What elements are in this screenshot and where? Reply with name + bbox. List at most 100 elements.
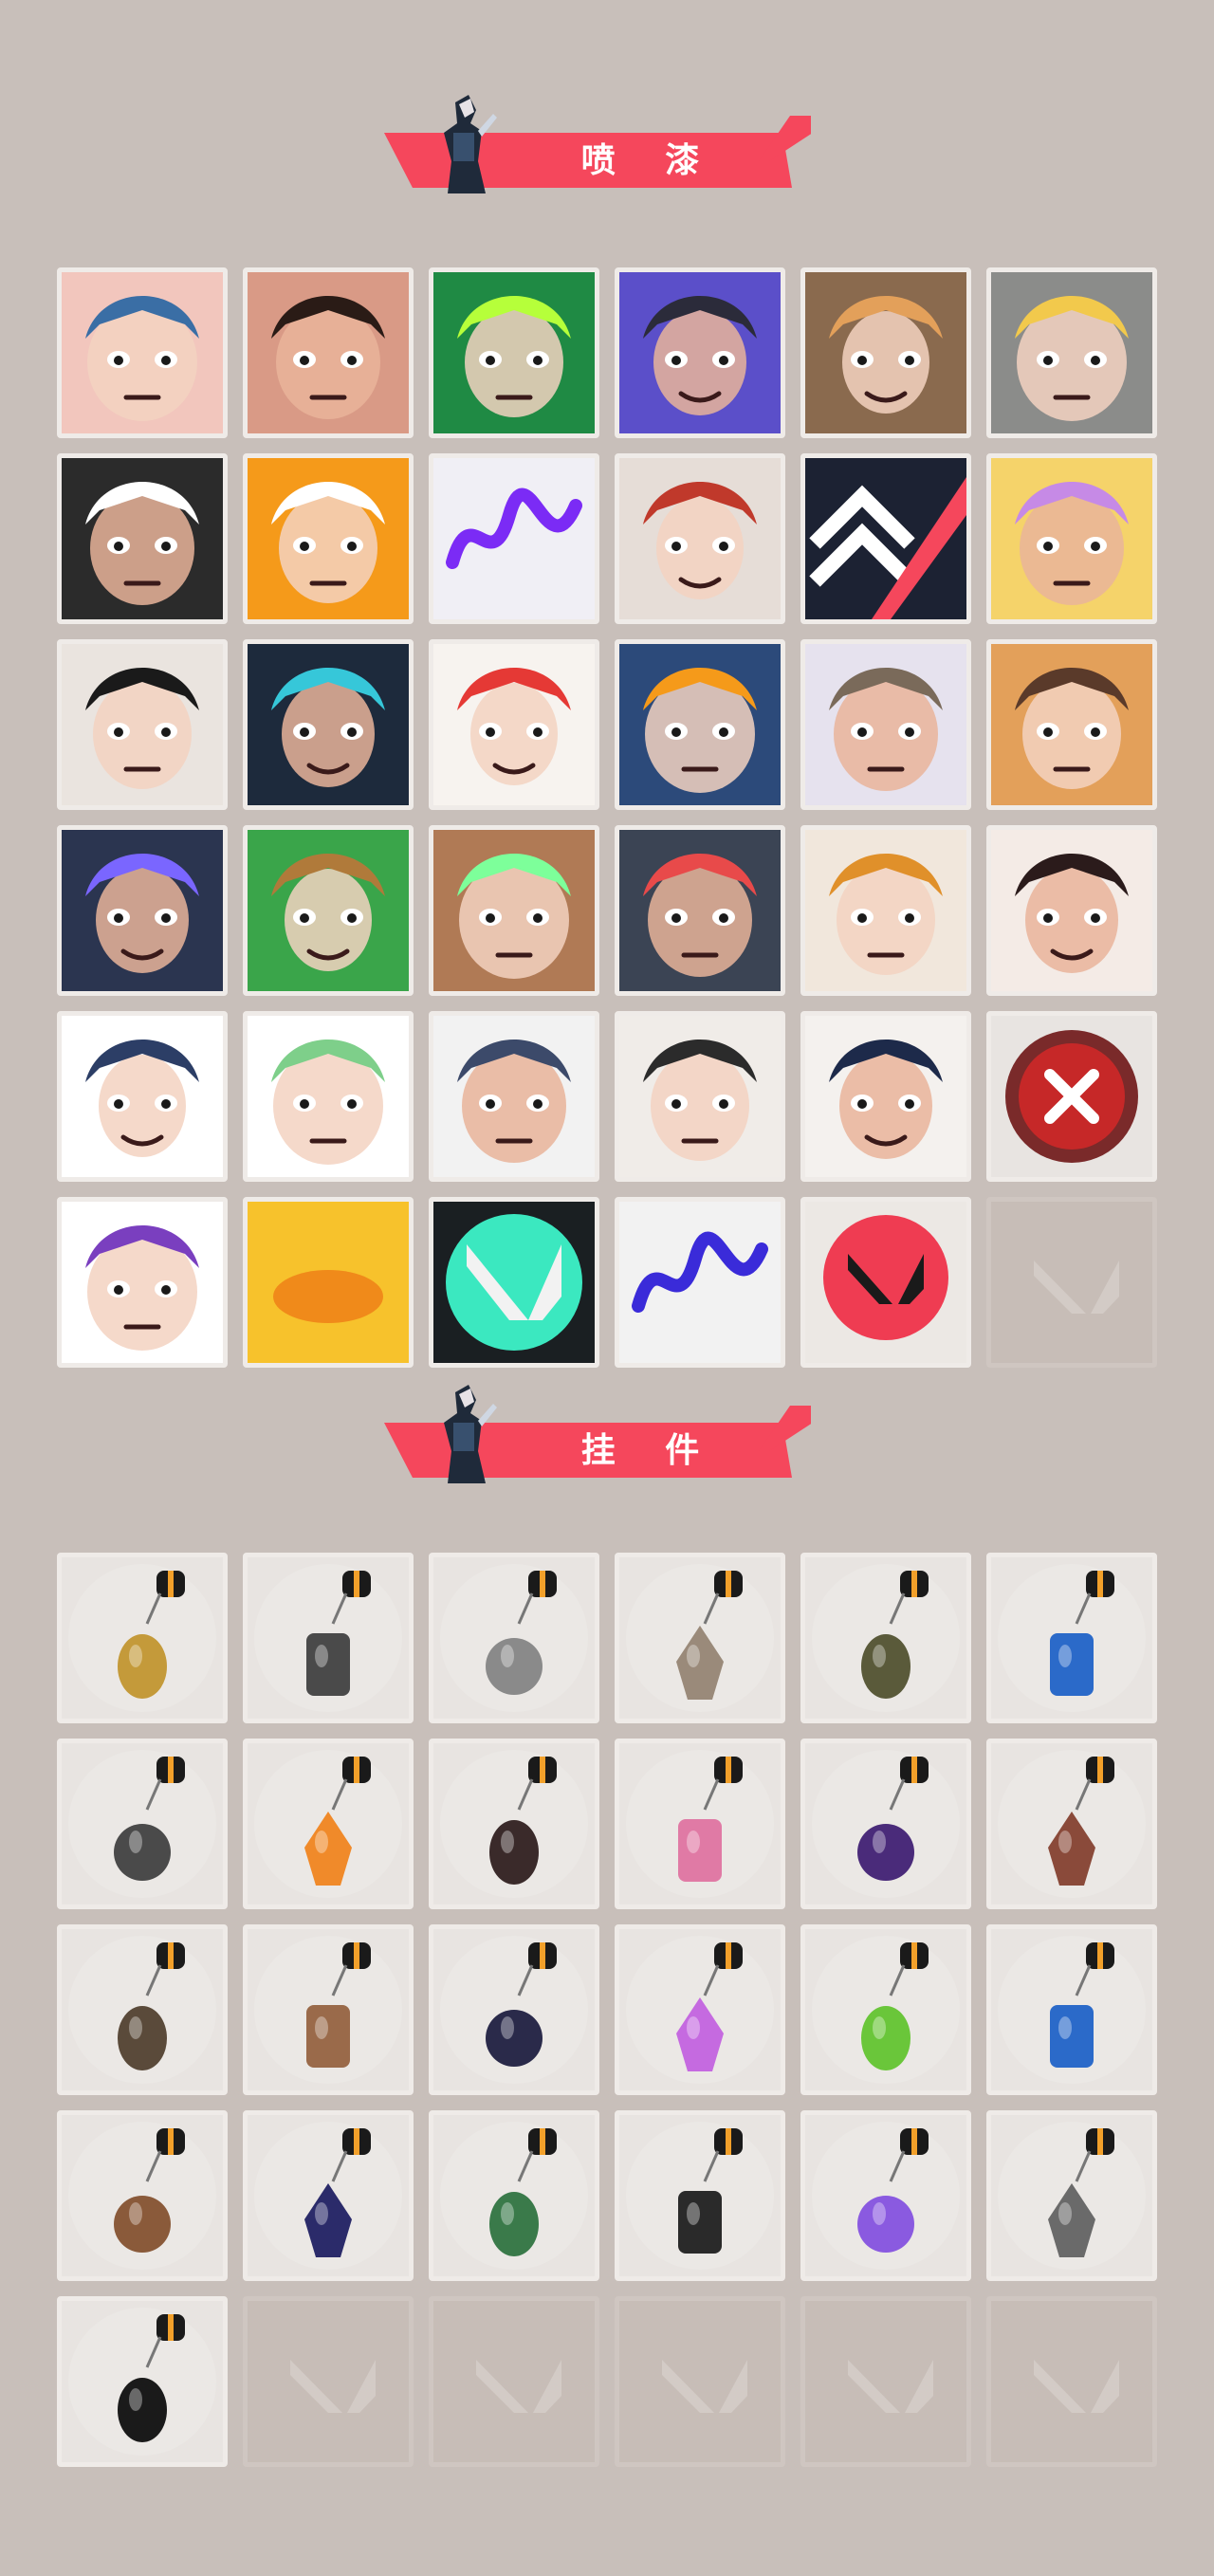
spray-can-charm-icon [440,2122,588,2270]
spray-item[interactable] [429,639,599,810]
spray-item[interactable] [615,267,785,438]
spray-item[interactable] [800,825,971,996]
spray-item[interactable] [615,453,785,624]
charm-item[interactable] [615,1739,785,1909]
goggles-cat-icon [619,458,781,619]
charm-item[interactable] [986,1553,1157,1723]
spray-item[interactable] [986,267,1157,438]
agent-girl-icon [62,1202,223,1363]
green-crate-icon [248,830,409,991]
valorant-logo-icon [1034,2360,1119,2413]
spray-item[interactable] [243,1197,414,1368]
camera-robot-icon [991,272,1152,433]
chevron-logo-icon [805,458,966,619]
spray-item[interactable] [986,453,1157,624]
charm-item[interactable] [615,1924,785,2095]
silhouette-icon [805,1016,966,1177]
grill-charm-icon [440,1564,588,1712]
spray-item[interactable] [57,1011,228,1182]
spray-item[interactable] [800,1197,971,1368]
spray-item[interactable] [800,267,971,438]
charm-item[interactable] [429,1553,599,1723]
spray-item[interactable] [429,1197,599,1368]
spray-item[interactable] [615,825,785,996]
spray-item[interactable] [429,1011,599,1182]
charm-item[interactable] [986,2110,1157,2281]
valorant-coin-charm-icon [68,2308,216,2456]
charms-header: 挂 件 [375,1385,820,1494]
valorant-logo-icon [290,2360,376,2413]
agent-figure-icon [444,1385,497,1483]
charm-item[interactable] [986,1739,1157,1909]
anime-boy-icon [62,830,223,991]
spray-item[interactable] [429,267,599,438]
spray-item[interactable] [243,453,414,624]
charm-item[interactable] [243,2110,414,2281]
charm-item[interactable] [800,1739,971,1909]
charm-item[interactable] [57,2296,228,2467]
agent-figure-icon [444,95,497,193]
spray-item[interactable] [243,825,414,996]
charm-item[interactable] [429,1924,599,2095]
green-eyes-icon [433,830,595,991]
spray-item[interactable] [57,639,228,810]
orange-mask-icon [248,458,409,619]
pixel-warrior-icon [62,644,223,805]
close-x-icon [991,1016,1152,1177]
charm-item[interactable] [800,2110,971,2281]
raccoon-icon [805,644,966,805]
spray-item[interactable] [986,1011,1157,1182]
gold-creature-charm-icon [68,1564,216,1712]
spray-item[interactable] [429,453,599,624]
ep9-badge-charm-icon [812,1750,960,1898]
charm-item[interactable] [800,1553,971,1723]
charm-item[interactable] [57,1924,228,2095]
ufo-charm-icon [812,2122,960,2270]
sprays-title: 喷 漆 [580,141,719,180]
tassel-charm-icon [440,1936,588,2084]
robot-drone-charm-icon [254,1564,402,1712]
empty-slot [986,2296,1157,2467]
blue-bottle-charm-icon [998,1564,1146,1712]
spray-item[interactable] [800,639,971,810]
spray-item[interactable] [57,1197,228,1368]
cupcake-charm-icon [626,1750,774,1898]
charm-item[interactable] [429,1739,599,1909]
charm-item[interactable] [57,1553,228,1723]
charm-item[interactable] [57,1739,228,1909]
charm-item[interactable] [986,1924,1157,2095]
spray-item[interactable] [243,267,414,438]
charm-grid [57,1553,1157,2467]
sprays-header: 喷 漆 [375,95,820,204]
spray-item[interactable] [986,825,1157,996]
spray-item[interactable] [615,1197,785,1368]
duck-hat-icon [991,458,1152,619]
spray-item[interactable] [429,825,599,996]
spray-item[interactable] [57,453,228,624]
charm-item[interactable] [243,1739,414,1909]
spray-item[interactable] [615,639,785,810]
charm-item[interactable] [243,1924,414,2095]
charm-item[interactable] [429,2110,599,2281]
astronaut-charm-icon [998,1936,1146,2084]
face-butterfly-icon [62,272,223,433]
charm-item[interactable] [615,2110,785,2281]
sparkle-badge-icon [62,458,223,619]
charm-item[interactable] [800,1924,971,2095]
charm-item[interactable] [243,1553,414,1723]
spray-item[interactable] [800,1011,971,1182]
valorant-green-splash-icon [433,1202,595,1363]
spray-item[interactable] [243,639,414,810]
spray-item[interactable] [800,453,971,624]
spray-item[interactable] [243,1011,414,1182]
charm-item[interactable] [615,1553,785,1723]
spray-item[interactable] [57,267,228,438]
spray-item[interactable] [986,639,1157,810]
charms-title: 挂 件 [580,1431,719,1470]
cat-bag-charm-icon [998,2122,1146,2270]
charm-item[interactable] [57,2110,228,2281]
spray-item[interactable] [615,1011,785,1182]
crying-mole-icon [619,830,781,991]
spray-item[interactable] [57,825,228,996]
green-mask-icon [433,272,595,433]
